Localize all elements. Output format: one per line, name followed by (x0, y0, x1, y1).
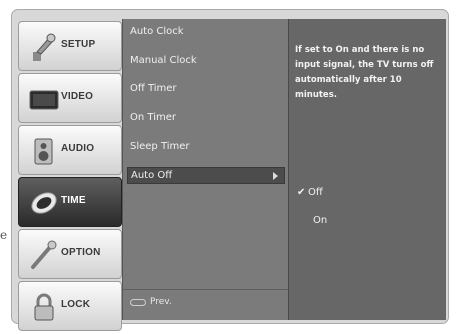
options-panel: If set to On and there is no input signa… (288, 19, 446, 320)
menu-item-auto-off-label: Auto Off (131, 170, 173, 181)
clock-icon (31, 192, 57, 214)
setup-wrench-icon (33, 33, 56, 61)
category-tabs: SETUP VIDEO AUDIO TIME OPTION LOCK (18, 21, 122, 333)
option-off[interactable]: ✔ Off (297, 187, 323, 198)
tab-lock[interactable]: LOCK (18, 281, 122, 331)
tab-label-video: VIDEO (61, 91, 94, 102)
padlock-icon (34, 293, 54, 321)
menu-item-off-timer[interactable]: Off Timer (130, 83, 177, 94)
menu-item-on-timer[interactable]: On Timer (130, 112, 176, 123)
tab-time[interactable]: TIME (18, 177, 122, 227)
menu-item-auto-off[interactable]: Auto Off (127, 167, 285, 184)
tab-audio[interactable]: AUDIO (18, 125, 122, 175)
help-text: If set to On and there is no input signa… (295, 45, 434, 100)
option-off-label: Off (308, 187, 323, 198)
tab-label-lock: LOCK (61, 299, 91, 310)
tv-screen-icon (29, 90, 59, 110)
menu-divider (123, 289, 289, 290)
menu-item-manual-clock[interactable]: Manual Clock (130, 55, 197, 66)
tab-label-time: TIME (61, 195, 86, 206)
tab-label-audio: AUDIO (61, 143, 95, 154)
tab-setup[interactable]: SETUP (18, 21, 122, 71)
option-wand-icon (31, 240, 57, 269)
option-on[interactable]: On (313, 215, 327, 226)
checkmark-icon: ✔ (297, 187, 306, 198)
tab-option[interactable]: OPTION (18, 229, 122, 279)
time-submenu: Auto Clock Manual Clock Off Timer On Tim… (122, 19, 289, 320)
stray-character: e (0, 228, 8, 242)
menu-key-icon (130, 298, 146, 306)
option-on-label: On (313, 215, 328, 226)
menu-item-auto-clock[interactable]: Auto Clock (130, 26, 184, 37)
tab-label-option: OPTION (61, 247, 101, 258)
menu-item-sleep-timer[interactable]: Sleep Timer (130, 141, 190, 152)
prev-hint[interactable]: Prev. (130, 297, 172, 307)
prev-label: Prev. (150, 297, 172, 307)
chevron-right-icon (273, 172, 278, 180)
tab-label-setup: SETUP (61, 39, 96, 50)
speaker-icon (34, 138, 53, 165)
tab-video[interactable]: VIDEO (18, 73, 122, 123)
